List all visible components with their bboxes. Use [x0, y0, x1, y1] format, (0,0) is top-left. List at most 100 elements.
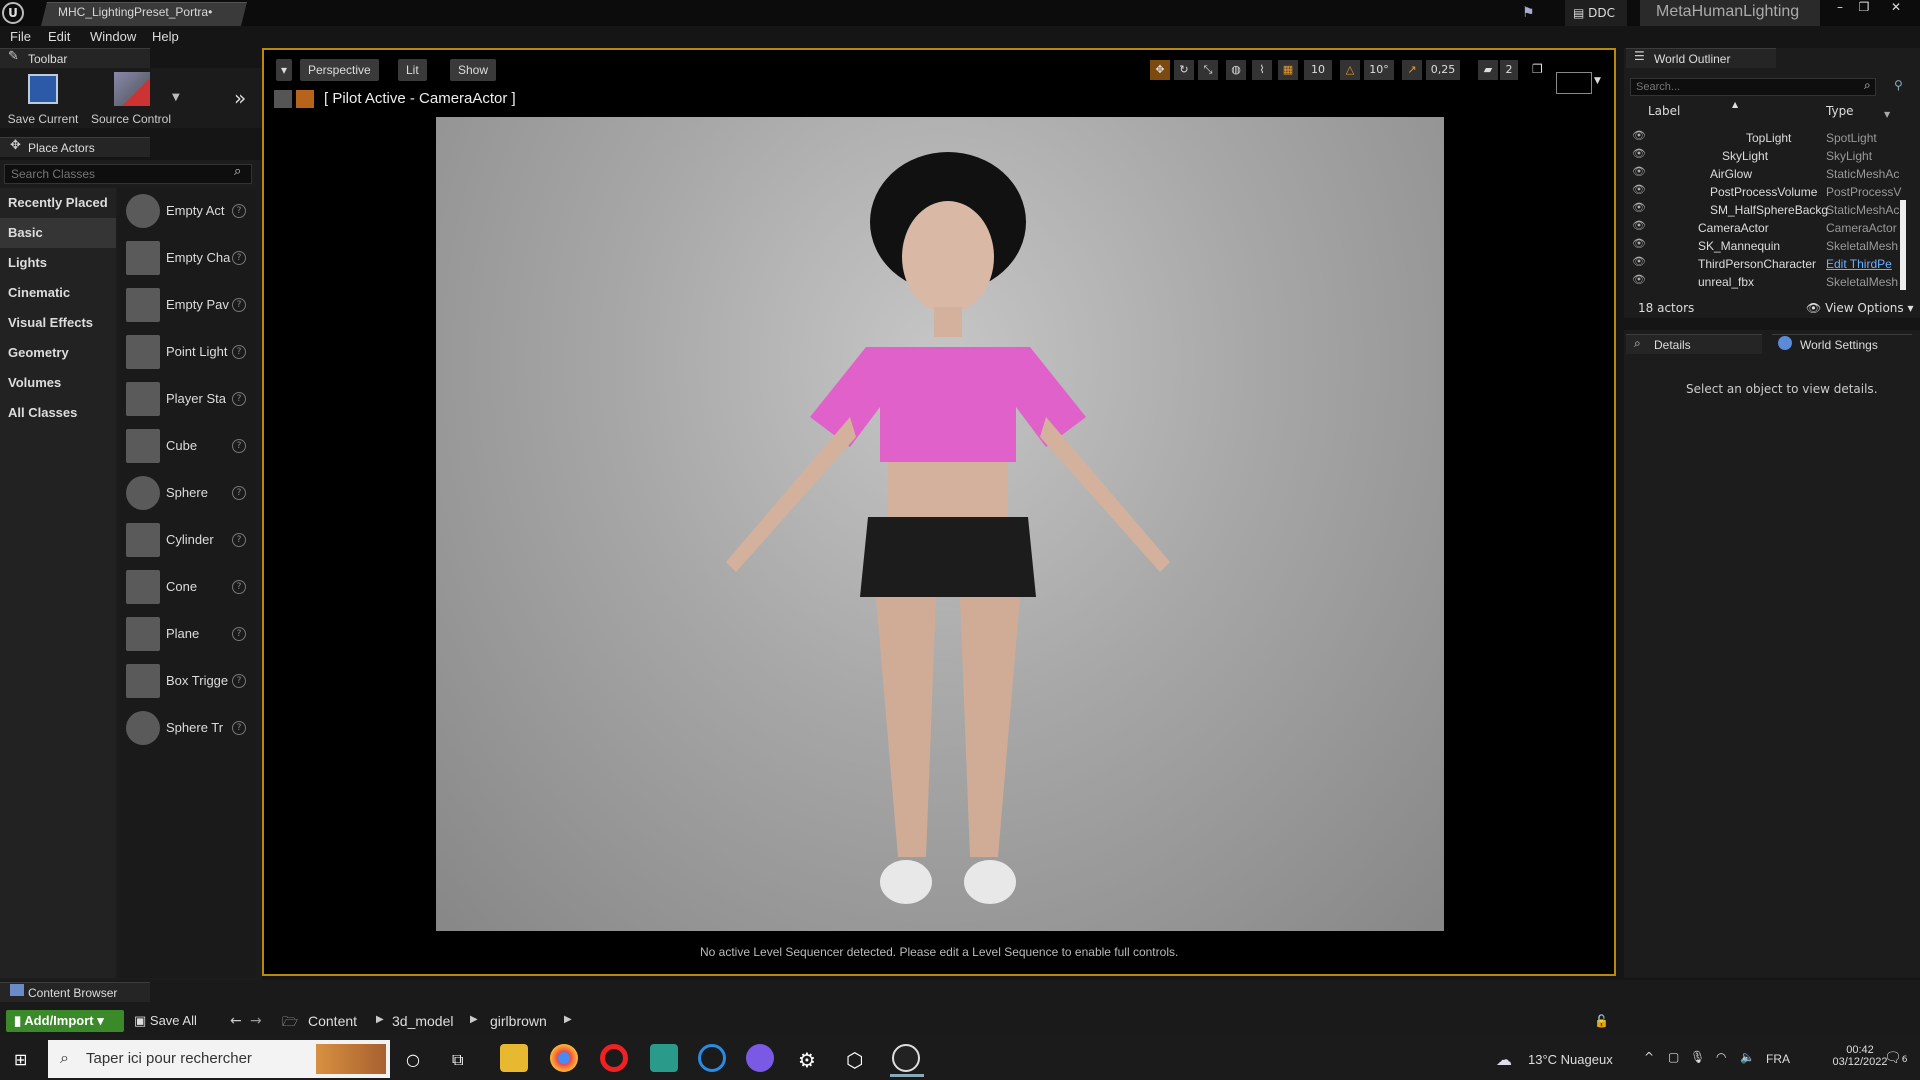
outliner-row-thirdpersoncharacter[interactable]: 👁 ThirdPersonCharacter Edit ThirdPe: [1630, 255, 1920, 273]
visibility-eye-icon[interactable]: 👁: [1632, 273, 1646, 286]
save-current-button[interactable]: Save Current: [2, 112, 84, 126]
world-local-icon[interactable]: ◍: [1226, 60, 1246, 80]
source-control-button[interactable]: Source Control: [86, 112, 176, 126]
unreal-engine-taskbar-icon[interactable]: [892, 1044, 920, 1072]
actor-item-cylinder[interactable]: Cylinder?: [118, 517, 256, 564]
menu-file[interactable]: File: [10, 29, 31, 44]
world-settings-tab[interactable]: World Settings: [1772, 334, 1912, 354]
minimize-button[interactable]: –: [1830, 0, 1850, 16]
source-control-icon[interactable]: [114, 72, 150, 106]
help-icon[interactable]: ?: [232, 345, 246, 359]
app-c-icon[interactable]: [698, 1044, 726, 1072]
help-icon[interactable]: ?: [232, 486, 246, 500]
camera-speed-value[interactable]: 2: [1500, 60, 1518, 80]
outliner-row-unreal-fbx[interactable]: 👁 unreal_fbx SkeletalMesh: [1630, 273, 1920, 291]
viewport-options-button[interactable]: ▾: [276, 59, 293, 81]
cortana-icon[interactable]: ○: [406, 1050, 420, 1069]
breadcrumb-content[interactable]: Content: [308, 1013, 357, 1029]
menu-help[interactable]: Help: [152, 29, 179, 44]
tray-chevron-icon[interactable]: ^: [1644, 1050, 1654, 1064]
category-geometry[interactable]: Geometry: [0, 338, 116, 368]
category-all-classes[interactable]: All Classes: [0, 398, 116, 428]
actor-item-empty-pawn[interactable]: Empty Pav?: [118, 282, 256, 329]
toolbar-expand-icon[interactable]: »: [234, 86, 246, 110]
details-tab[interactable]: Details: [1626, 334, 1762, 354]
rotate-tool-icon[interactable]: ↻: [1174, 60, 1194, 80]
ddc-button[interactable]: ▤ DDC: [1565, 0, 1627, 26]
actor-item-point-light[interactable]: Point Light?: [118, 329, 256, 376]
close-window-button[interactable]: ✕: [1886, 0, 1906, 16]
save-icon[interactable]: [28, 74, 58, 104]
source-control-status-icon[interactable]: ⚑: [1522, 5, 1535, 21]
perspective-button[interactable]: Perspective: [300, 59, 379, 81]
visibility-eye-icon[interactable]: 👁: [1632, 237, 1646, 250]
outliner-row-skylight[interactable]: 👁 SkyLight SkyLight: [1630, 147, 1920, 165]
windows-start-icon[interactable]: ⊞: [14, 1050, 27, 1069]
source-control-dropdown-icon[interactable]: ▼: [172, 92, 180, 103]
camera-actor-icon[interactable]: [296, 90, 314, 108]
outliner-row-airglow[interactable]: 👁 AirGlow StaticMeshAc: [1630, 165, 1920, 183]
help-icon[interactable]: ?: [232, 204, 246, 218]
help-icon[interactable]: ?: [232, 439, 246, 453]
actor-item-plane[interactable]: Plane?: [118, 611, 256, 658]
help-icon[interactable]: ?: [232, 627, 246, 641]
scale-snap-value[interactable]: 0,25: [1426, 60, 1460, 80]
volume-icon[interactable]: 🔈: [1740, 1050, 1755, 1064]
visibility-eye-icon[interactable]: 👁: [1632, 183, 1646, 196]
maya-icon[interactable]: [650, 1044, 678, 1072]
help-icon[interactable]: ?: [232, 392, 246, 406]
visibility-eye-icon[interactable]: 👁: [1632, 147, 1646, 160]
outliner-add-icon[interactable]: ⚲: [1894, 78, 1903, 92]
unreal-logo-icon[interactable]: U: [2, 2, 24, 24]
toolbar-tab[interactable]: Toolbar: [0, 48, 150, 68]
lit-button[interactable]: Lit: [398, 59, 427, 81]
type-dropdown-icon[interactable]: ▼: [1884, 110, 1890, 119]
eject-pilot-icon[interactable]: [274, 90, 292, 108]
outliner-scrollbar[interactable]: [1900, 200, 1906, 290]
translate-tool-icon[interactable]: ✥: [1150, 60, 1170, 80]
back-arrow-icon[interactable]: ←: [230, 1013, 242, 1029]
visibility-eye-icon[interactable]: 👁: [1632, 165, 1646, 178]
category-basic[interactable]: Basic: [0, 218, 116, 248]
outliner-row-postprocessvolume[interactable]: 👁 PostProcessVolume PostProcessV: [1630, 183, 1920, 201]
help-icon[interactable]: ?: [232, 533, 246, 547]
scale-snap-icon[interactable]: ↗: [1402, 60, 1422, 80]
discord-icon[interactable]: [746, 1044, 774, 1072]
help-icon[interactable]: ?: [232, 298, 246, 312]
file-explorer-icon[interactable]: [500, 1044, 528, 1072]
actor-item-sphere[interactable]: Sphere?: [118, 470, 256, 517]
column-header-label[interactable]: Label: [1648, 104, 1680, 118]
place-actors-tab[interactable]: Place Actors: [0, 137, 150, 157]
save-all-button[interactable]: ▣ Save All: [134, 1013, 197, 1029]
actor-item-box-trigger[interactable]: Box Trigge?: [118, 658, 256, 705]
camera-speed-icon[interactable]: ▰: [1478, 60, 1498, 80]
breadcrumb-separator-icon[interactable]: ▶: [564, 1014, 572, 1025]
help-icon[interactable]: ?: [232, 580, 246, 594]
help-icon[interactable]: ?: [232, 721, 246, 735]
layout-dropdown-icon[interactable]: ▼: [1594, 76, 1601, 86]
search-classes-input[interactable]: [4, 164, 252, 184]
maximize-viewport-icon[interactable]: ❐: [1532, 62, 1543, 76]
actor-item-empty-actor[interactable]: Empty Act?: [118, 188, 256, 235]
rotation-snap-value[interactable]: 10°: [1364, 60, 1394, 80]
viewport-render[interactable]: [436, 117, 1444, 931]
language-indicator[interactable]: FRA: [1766, 1052, 1790, 1066]
3d-box-icon[interactable]: ⬡: [846, 1048, 863, 1072]
scale-tool-icon[interactable]: ⤡: [1198, 60, 1218, 80]
outliner-row-sk-mannequin[interactable]: 👁 SK_Mannequin SkeletalMesh: [1630, 237, 1920, 255]
outliner-row-sm-halfsphere[interactable]: 👁 SM_HalfSphereBackg StaticMeshAc: [1630, 201, 1920, 219]
show-button[interactable]: Show: [450, 59, 497, 81]
task-view-icon[interactable]: ⧉: [452, 1050, 463, 1070]
actor-item-empty-character[interactable]: Empty Cha?: [118, 235, 256, 282]
world-outliner-tab[interactable]: World Outliner: [1626, 48, 1776, 68]
breadcrumb-3d-model[interactable]: 3d_model: [392, 1013, 454, 1029]
microphone-icon[interactable]: 🎙: [1690, 1050, 1705, 1064]
add-import-button[interactable]: ▮ Add/Import ▾: [6, 1010, 124, 1032]
settings-gear-icon[interactable]: ⚙: [798, 1048, 816, 1072]
breadcrumb-girlbrown[interactable]: girlbrown: [490, 1013, 547, 1029]
menu-edit[interactable]: Edit: [48, 29, 70, 44]
help-icon[interactable]: ?: [232, 674, 246, 688]
visibility-eye-icon[interactable]: 👁: [1632, 129, 1646, 142]
outliner-search-input[interactable]: [1630, 78, 1876, 96]
sort-ascending-icon[interactable]: ▲: [1732, 100, 1738, 109]
